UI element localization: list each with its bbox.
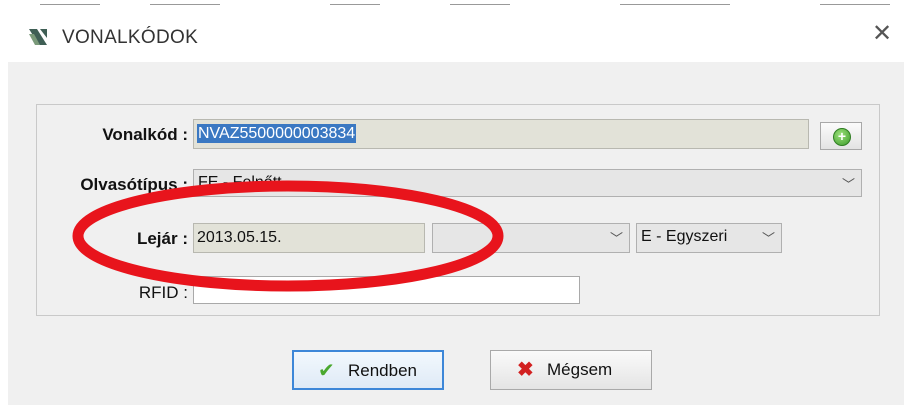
- rfid-label: RFID :: [138, 283, 188, 302]
- window-title: VONALKÓDOK: [62, 27, 199, 48]
- expiry-label: Lejár :: [136, 229, 188, 248]
- barcode-value: NVAZ5500000003834: [197, 124, 357, 143]
- rfid-input[interactable]: [193, 276, 580, 304]
- reader-type-label: Olvasótípus :: [80, 175, 188, 194]
- title-bar: VONALKÓDOK ✕: [0, 12, 904, 62]
- ok-button-label: Rendben: [348, 361, 418, 380]
- cancel-button[interactable]: ✖ Mégsem: [490, 350, 652, 390]
- cancel-button-label: Mégsem: [547, 360, 613, 379]
- chevron-down-icon: ﹀: [609, 231, 623, 246]
- expiry-secondary-select[interactable]: ﹀: [432, 223, 630, 253]
- add-circle-icon: +: [833, 128, 851, 146]
- close-icon[interactable]: ✕: [872, 22, 892, 46]
- window-border: [0, 62, 8, 405]
- expiry-type-value: E - Egyszeri: [641, 228, 728, 245]
- reader-type-select[interactable]: FE - Felnőtt ﹀: [193, 169, 862, 197]
- ok-button[interactable]: ✔ Rendben: [292, 350, 444, 390]
- chevron-down-icon: ﹀: [841, 177, 855, 192]
- barcode-label: Vonalkód :: [102, 125, 188, 144]
- chevron-down-icon: ﹀: [761, 231, 775, 246]
- expiry-date-input[interactable]: 2013.05.15.: [193, 223, 425, 253]
- expiry-type-select[interactable]: E - Egyszeri ﹀: [636, 223, 782, 253]
- add-barcode-button[interactable]: +: [820, 122, 862, 150]
- background-window-strip: [0, 0, 904, 12]
- reader-type-value: FE - Felnőtt: [198, 174, 282, 191]
- app-logo-icon: [29, 29, 47, 45]
- barcode-input[interactable]: NVAZ5500000003834: [193, 119, 809, 149]
- cross-icon: ✖: [517, 359, 534, 381]
- checkmark-icon: ✔: [318, 360, 335, 382]
